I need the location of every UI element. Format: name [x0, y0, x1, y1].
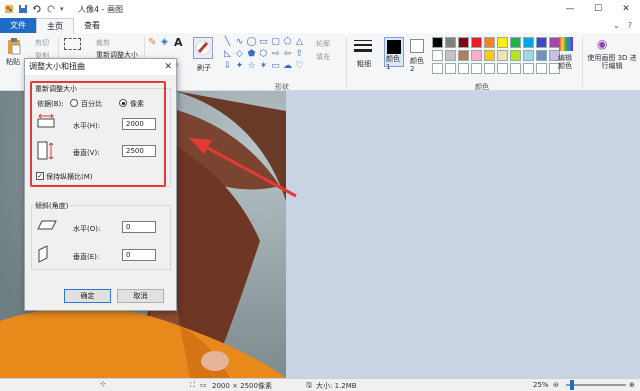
skew-h-input[interactable]: 0: [122, 221, 156, 233]
skew-horizontal-icon: [37, 219, 57, 233]
selection-size-icon: ⛶: [190, 381, 195, 389]
file-size: 大小: 1.2MB: [316, 382, 357, 390]
image-dimensions: 2000 × 2500像素: [212, 382, 272, 390]
zoom-level: 25%: [533, 381, 549, 389]
ok-button[interactable]: 确定: [64, 289, 111, 303]
zoom-in-button[interactable]: ⊕: [629, 381, 635, 389]
cursor-position-icon: ⊹: [100, 380, 106, 388]
skew-section-title: 倾斜(角度): [33, 201, 71, 211]
skew-v-label: 垂直(E):: [73, 253, 100, 261]
dialog-close-button[interactable]: ✕: [164, 59, 172, 75]
skew-vertical-icon: [37, 245, 51, 265]
highlight-box: [30, 81, 166, 187]
zoom-slider-thumb[interactable]: [570, 380, 574, 390]
cancel-button[interactable]: 取消: [117, 289, 164, 303]
image-dimensions-icon: ▭: [200, 381, 207, 389]
zoom-out-button[interactable]: ⊖: [553, 381, 559, 389]
skew-h-label: 水平(O):: [73, 225, 101, 233]
file-size-icon: 🖫: [306, 381, 312, 389]
dialog-title: 调整大小和扭曲: [25, 59, 176, 75]
skew-v-input[interactable]: 0: [122, 249, 156, 261]
status-bar: ⊹ ⛶ ▭ 2000 × 2500像素 🖫 大小: 1.2MB 25% ⊖ ⊕: [0, 378, 640, 391]
zoom-slider[interactable]: [566, 380, 626, 390]
